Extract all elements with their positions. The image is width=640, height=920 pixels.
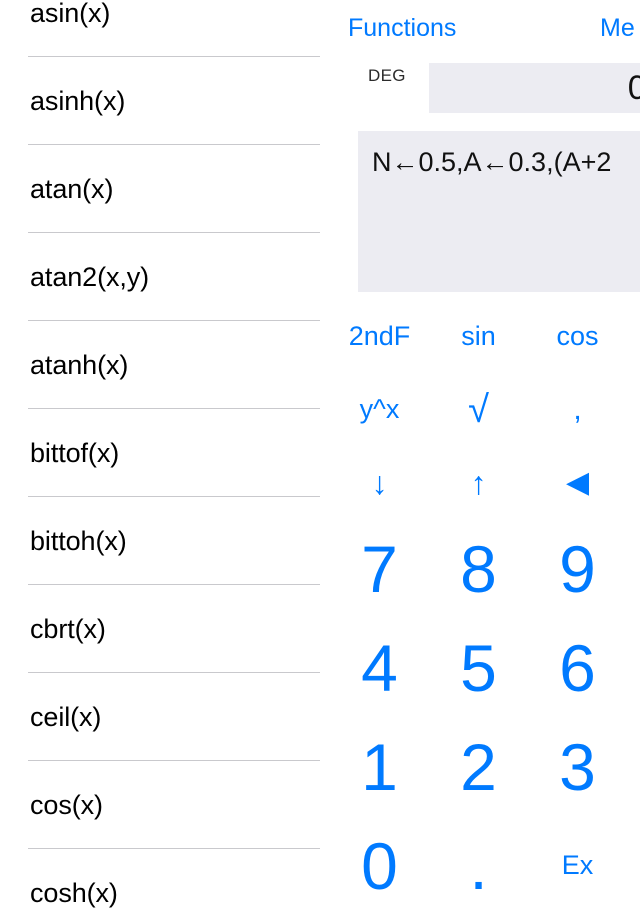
list-item[interactable]: atan2(x,y) xyxy=(0,233,330,321)
list-item[interactable]: asin(x) xyxy=(0,0,330,57)
expression-input[interactable]: N←0.5,A←0.3,(A+2 xyxy=(358,131,640,292)
list-item[interactable]: cosh(x) xyxy=(0,849,330,920)
key-9[interactable]: 9 xyxy=(528,519,627,618)
tab-bar: Functions Me xyxy=(330,0,640,56)
calculator-panel: Functions Me DEG 0.2 N←0.5,A←0.3,(A+2 2n… xyxy=(330,0,640,920)
expression-value: N←0.5,A←0.3,(A+2 xyxy=(372,147,612,177)
keypad-row: ↓ ↑ ◀ xyxy=(330,446,640,519)
key-exp[interactable]: Ex xyxy=(528,816,627,915)
key-0[interactable]: 0 xyxy=(330,816,429,915)
arrow-up-icon[interactable]: ↑ xyxy=(429,446,528,519)
key-sqrt[interactable]: √ xyxy=(429,373,528,446)
list-item[interactable]: bittoh(x) xyxy=(0,497,330,585)
function-name: atan(x) xyxy=(30,173,114,204)
function-list[interactable]: asin(x) asinh(x) atan(x) atan2(x,y) atan… xyxy=(0,0,330,920)
function-name: bittoh(x) xyxy=(30,525,127,556)
key-7[interactable]: 7 xyxy=(330,519,429,618)
function-name: cosh(x) xyxy=(30,877,118,908)
key-5[interactable]: 5 xyxy=(429,618,528,717)
display-field[interactable]: 0.2 xyxy=(429,63,640,113)
key-1[interactable]: 1 xyxy=(330,717,429,816)
key-sin[interactable]: sin xyxy=(429,300,528,373)
keypad-row: 1 2 3 xyxy=(330,717,640,816)
function-name: asinh(x) xyxy=(30,85,126,116)
keypad-row: 4 5 6 xyxy=(330,618,640,717)
list-item[interactable]: asinh(x) xyxy=(0,57,330,145)
function-list-panel[interactable]: asin(x) asinh(x) atan(x) atan2(x,y) atan… xyxy=(0,0,330,920)
list-item[interactable]: ceil(x) xyxy=(0,673,330,761)
key-2[interactable]: 2 xyxy=(429,717,528,816)
keypad-row: 2ndF sin cos xyxy=(330,300,640,373)
keypad-row: 0 . Ex xyxy=(330,816,640,915)
keypad-row: y^x √ , xyxy=(330,373,640,446)
keypad-row: 7 8 9 xyxy=(330,519,640,618)
list-item[interactable]: cbrt(x) xyxy=(0,585,330,673)
tab-functions[interactable]: Functions xyxy=(348,14,456,43)
angle-mode-label[interactable]: DEG xyxy=(368,66,406,86)
function-name: cbrt(x) xyxy=(30,613,106,644)
display-value: 0.2 xyxy=(627,68,640,107)
key-power[interactable]: y^x xyxy=(330,373,429,446)
function-name: cos(x) xyxy=(30,789,103,820)
list-item[interactable]: cos(x) xyxy=(0,761,330,849)
list-item[interactable]: atanh(x) xyxy=(0,321,330,409)
tab-memory[interactable]: Me xyxy=(600,14,635,43)
function-name: atan2(x,y) xyxy=(30,261,150,292)
key-2ndf[interactable]: 2ndF xyxy=(330,300,429,373)
key-cos[interactable]: cos xyxy=(528,300,627,373)
function-name: atanh(x) xyxy=(30,349,129,380)
key-comma[interactable]: , xyxy=(528,373,627,446)
key-3[interactable]: 3 xyxy=(528,717,627,816)
key-4[interactable]: 4 xyxy=(330,618,429,717)
function-name: asin(x) xyxy=(30,0,111,28)
key-6[interactable]: 6 xyxy=(528,618,627,717)
function-name: ceil(x) xyxy=(30,701,102,732)
arrow-down-icon[interactable]: ↓ xyxy=(330,446,429,519)
list-item[interactable]: bittof(x) xyxy=(0,409,330,497)
keypad: 2ndF sin cos y^x √ , ↓ ↑ ◀ 7 8 9 4 5 6 1… xyxy=(330,300,640,915)
calculator-screen: asin(x) asinh(x) atan(x) atan2(x,y) atan… xyxy=(0,0,640,920)
function-name: bittof(x) xyxy=(30,437,120,468)
list-item[interactable]: atan(x) xyxy=(0,145,330,233)
key-decimal[interactable]: . xyxy=(429,816,528,915)
key-8[interactable]: 8 xyxy=(429,519,528,618)
backspace-icon[interactable]: ◀ xyxy=(528,446,627,519)
